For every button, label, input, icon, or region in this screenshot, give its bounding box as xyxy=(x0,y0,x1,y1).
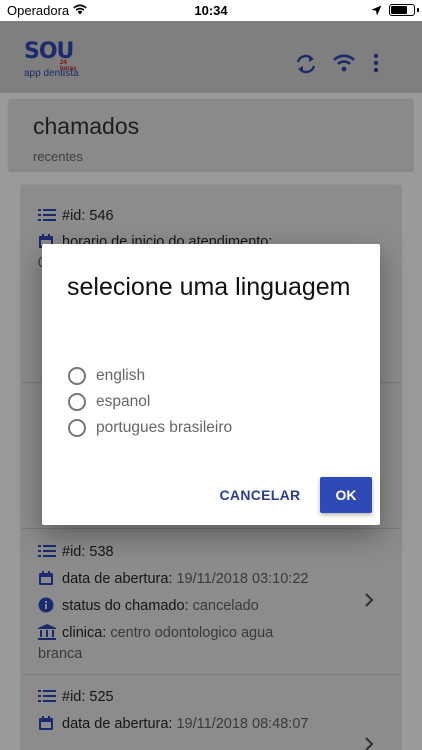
option-portugues[interactable]: portugues brasileiro xyxy=(68,417,232,439)
dialog-title: selecione uma linguagem xyxy=(67,273,351,301)
option-label: portugues brasileiro xyxy=(96,419,233,436)
option-label: espanol xyxy=(96,393,151,410)
language-dialog: selecione uma linguagem english espanol … xyxy=(42,244,380,525)
ok-button[interactable]: OK xyxy=(320,477,372,513)
radio-button[interactable] xyxy=(68,367,86,385)
option-english[interactable]: english xyxy=(68,365,145,387)
option-label: english xyxy=(96,367,146,384)
radio-button[interactable] xyxy=(68,393,86,411)
cancel-button[interactable]: CANCELAR xyxy=(212,478,308,512)
radio-button[interactable] xyxy=(68,419,86,437)
option-espanol[interactable]: espanol xyxy=(68,391,150,413)
